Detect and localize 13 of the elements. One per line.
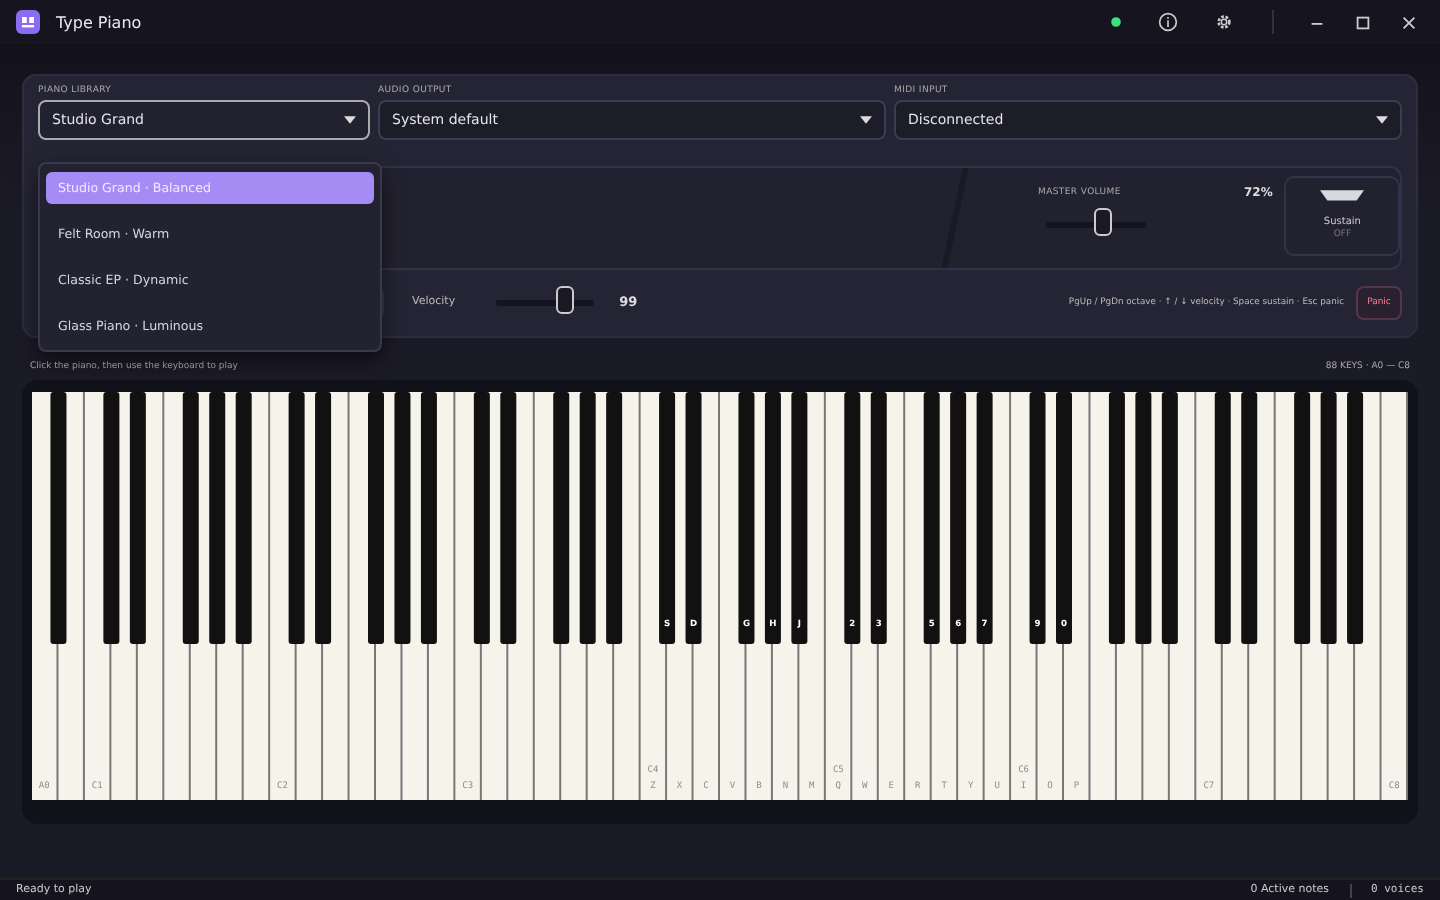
maximize-icon[interactable] <box>1354 13 1372 31</box>
close-icon[interactable] <box>1400 13 1418 31</box>
app-icon <box>16 10 40 34</box>
settings-icon[interactable] <box>1214 12 1234 32</box>
caret-icon <box>860 116 872 124</box>
slider-thumb[interactable] <box>556 286 575 314</box>
pedal-icon <box>1320 190 1365 202</box>
slider-thumb[interactable] <box>1093 208 1111 236</box>
info-icon[interactable] <box>1158 12 1178 32</box>
caret-icon <box>344 116 356 124</box>
caret-icon <box>1376 116 1388 124</box>
status-dot-icon <box>1110 16 1122 28</box>
window-title: Type Piano <box>56 13 142 31</box>
